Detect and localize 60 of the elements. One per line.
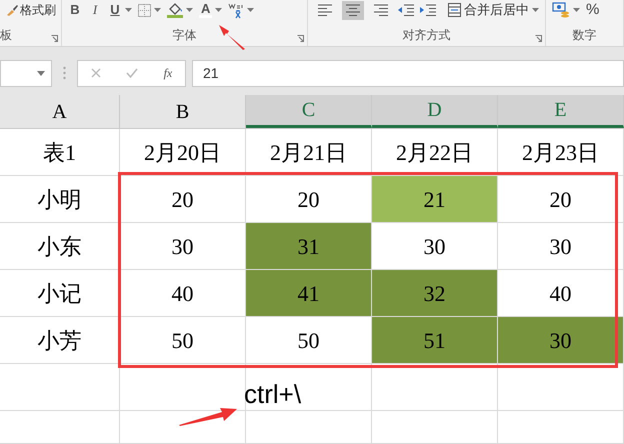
table-cell: 20 — [498, 176, 624, 223]
dialog-launcher-icon[interactable] — [535, 35, 542, 42]
arrow-icon — [218, 24, 246, 50]
pinyin-icon — [228, 2, 244, 18]
table-cell: 21 — [372, 176, 498, 223]
dialog-launcher-icon[interactable] — [51, 35, 58, 42]
column-header[interactable]: E — [498, 95, 624, 128]
group-label: 板 — [0, 28, 12, 42]
dialog-launcher-icon[interactable] — [297, 35, 304, 42]
function-icon[interactable]: fx — [164, 64, 172, 82]
caret-icon — [37, 70, 45, 76]
table-cell: 小记 — [0, 270, 120, 317]
caret-icon[interactable] — [532, 8, 539, 12]
currency-format-icon[interactable] — [552, 2, 570, 18]
column-header[interactable]: C — [246, 95, 372, 128]
shortcut-label: ctrl+\ — [244, 381, 302, 407]
group-label: 字体 — [172, 28, 196, 42]
table-cell: 小东 — [0, 223, 120, 270]
increase-indent-icon[interactable] — [420, 4, 436, 16]
group-label: 对齐方式 — [402, 28, 450, 42]
table-cell: 50 — [120, 317, 246, 364]
table-cell: 31 — [246, 223, 372, 270]
table-cell: 小明 — [0, 176, 120, 223]
caret-icon[interactable] — [573, 8, 580, 12]
table-cell: 20 — [120, 176, 246, 223]
table-cell: 小芳 — [0, 317, 120, 364]
merge-cells-icon — [448, 3, 461, 17]
grip-icon — [63, 66, 66, 80]
caret-icon[interactable] — [125, 8, 132, 12]
table-cell: 2月20日 — [120, 129, 246, 176]
format-painter-button[interactable]: 格式刷 — [6, 1, 56, 19]
table-cell: 2月21日 — [246, 129, 372, 176]
font-color-button[interactable]: A — [199, 2, 212, 18]
table-cell: 30 — [498, 223, 624, 270]
percent-button[interactable]: % — [586, 0, 600, 22]
caret-icon[interactable] — [215, 8, 222, 12]
group-label: 数字 — [572, 28, 596, 42]
merge-center-button[interactable]: 合并后居中 — [448, 0, 529, 20]
underline-button[interactable]: U — [108, 0, 122, 20]
table-cell: 30 — [498, 317, 624, 364]
border-icon — [138, 4, 151, 16]
check-icon[interactable] — [126, 68, 138, 78]
column-header[interactable]: A — [0, 95, 120, 128]
formula-input[interactable]: 21 — [192, 60, 624, 86]
bold-button[interactable]: B — [68, 0, 82, 20]
table-cell: 32 — [372, 270, 498, 317]
table-cell: 51 — [372, 317, 498, 364]
italic-button[interactable]: I — [88, 0, 102, 20]
table-cell: 表1 — [0, 129, 120, 176]
decrease-indent-icon[interactable] — [398, 4, 414, 16]
table-cell: 2月23日 — [498, 129, 624, 176]
table-cell: 41 — [246, 270, 372, 317]
column-header[interactable]: D — [372, 95, 498, 128]
arrow-icon — [178, 405, 238, 427]
caret-icon[interactable] — [247, 8, 254, 12]
fill-color-icon — [167, 2, 183, 18]
caret-icon[interactable] — [154, 8, 161, 12]
align-center-button[interactable] — [342, 0, 364, 20]
brush-icon — [6, 4, 18, 16]
caret-icon[interactable] — [186, 8, 193, 12]
